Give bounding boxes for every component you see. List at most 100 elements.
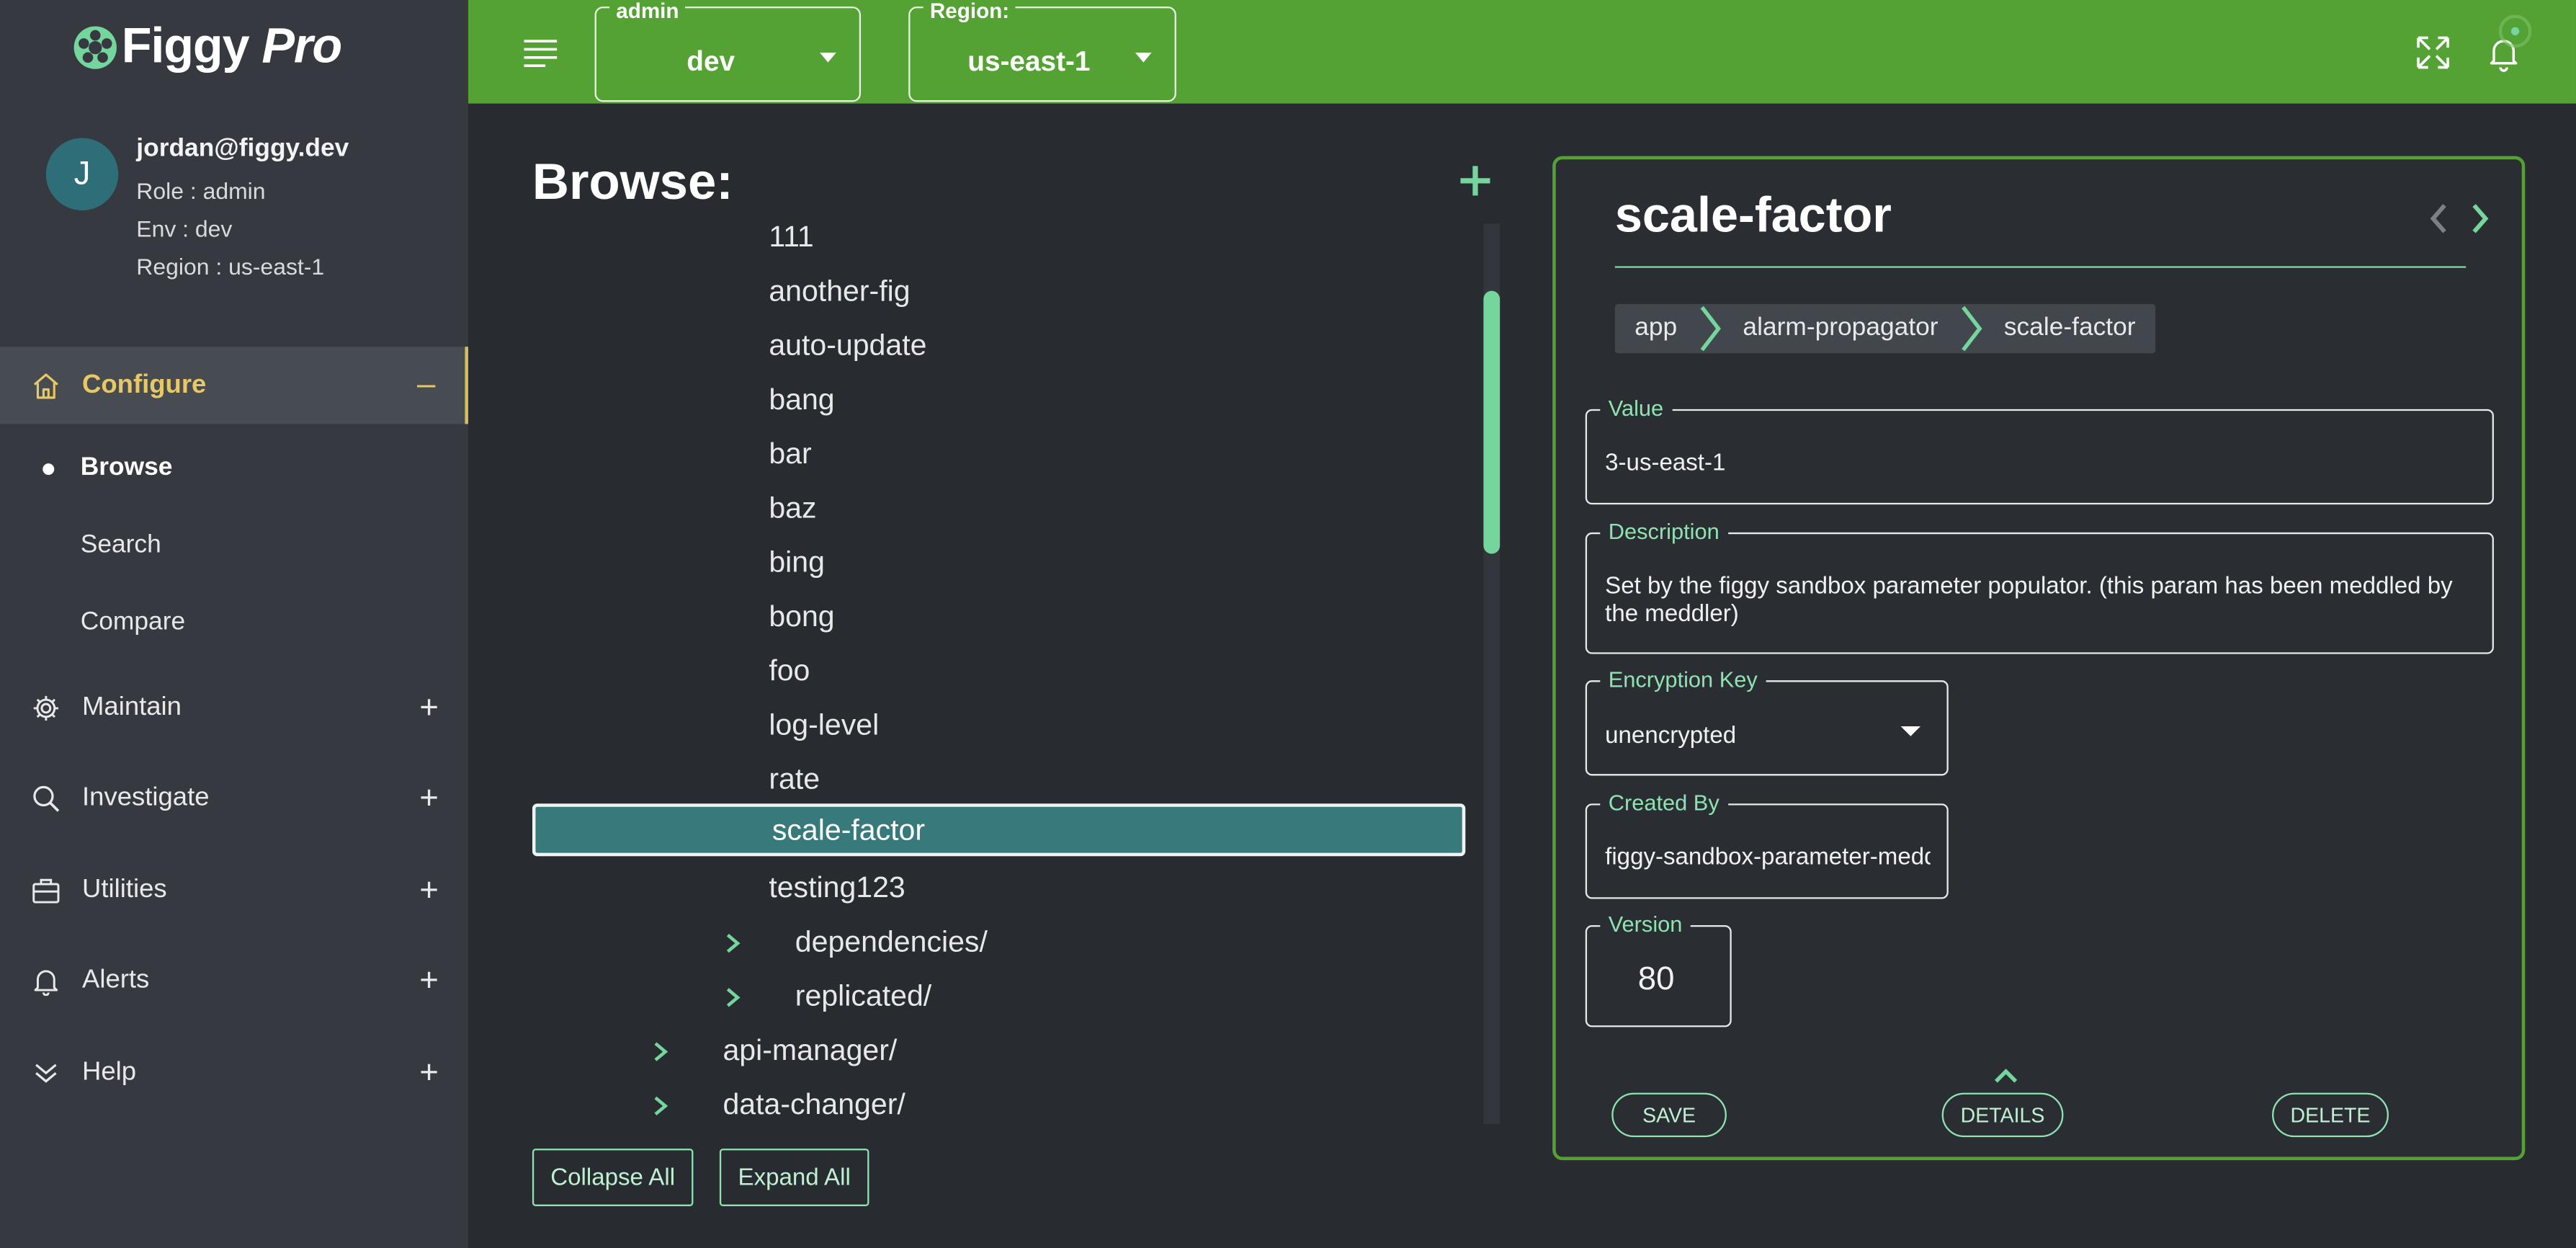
expand-icon[interactable]: + [419,1054,439,1092]
expand-icon[interactable]: + [419,780,439,817]
chevron-right-icon[interactable] [723,985,742,1008]
expand-icon[interactable]: + [419,962,439,999]
breadcrumb-item[interactable]: alarm-propagator [1723,314,1958,344]
version-field[interactable]: Version 80 [1585,912,1732,1028]
created-by-field[interactable]: Created By figgy-sandbox-parameter-meddl… [1585,790,1949,899]
delete-button[interactable]: DELETE [2272,1092,2389,1138]
tree-folder[interactable]: data-changer/ [532,1078,1469,1131]
tree-folder[interactable]: api-manager/ [532,1024,1469,1078]
nav-help[interactable]: Help + [0,1040,468,1106]
tree-item[interactable]: bong [532,590,1469,644]
next-arrow-icon[interactable] [2469,200,2492,236]
created-by-label: Created By [1600,790,1728,816]
tree-item[interactable]: bing [532,535,1469,589]
fullscreen-icon[interactable] [2413,33,2453,73]
nav-alerts[interactable]: Alerts + [0,948,468,1014]
chevron-right-icon[interactable] [723,931,742,954]
tree-item[interactable]: auto-update [532,318,1469,373]
tree-item-selected[interactable]: scale-factor [532,803,1466,857]
breadcrumb-item[interactable]: app [1615,314,1697,344]
tree-item-label: 111 [769,220,814,254]
nav-sub-compare[interactable]: Compare [0,593,468,652]
tree-item[interactable]: testing123 [532,861,1469,915]
chevron-right-icon[interactable] [650,1094,670,1117]
tree-item-label: dependencies/ [795,924,988,958]
chevron-down-icon [1900,726,1921,736]
nav-maintain-label: Maintain [82,693,182,722]
created-by-value: figgy-sandbox-parameter-meddler [1605,844,1931,871]
description-field[interactable]: Description Set by the figgy sandbox par… [1585,519,2494,654]
app-logo[interactable]: Figgy Pro [72,19,342,76]
role-select-legend: admin [609,0,686,23]
user-env: Env : dev [136,215,233,242]
scrollbar-thumb[interactable] [1483,290,1501,554]
tree-item[interactable]: rate [532,753,1469,807]
chevron-down-icon [820,52,836,63]
encryption-key-select[interactable]: Encryption Key unencrypted [1585,667,1949,776]
expand-icon[interactable]: + [419,690,439,727]
browse-title: Browse: [532,153,733,210]
figgy-logo-icon [73,26,117,69]
nav-utilities[interactable]: Utilities + [0,857,468,923]
breadcrumb-item[interactable]: scale-factor [1984,314,2155,344]
tree-item-label: auto-update [769,329,927,362]
tree-item[interactable]: another-fig [532,264,1469,318]
top-bar: admin dev Region: us-east-1 [468,0,2576,104]
collapse-all-button[interactable]: Collapse All [532,1149,694,1206]
add-icon[interactable] [1456,161,1495,200]
tree-item-label: foo [769,654,810,687]
save-button[interactable]: SAVE [1611,1092,1727,1138]
role-select-value: dev [687,45,735,78]
tree-item[interactable]: bar [532,427,1469,481]
bell-icon [30,965,63,998]
value-field-text: 3-us-east-1 [1605,450,1726,477]
expand-icon[interactable]: + [419,872,439,909]
tree-item[interactable]: 111 [532,210,1469,264]
details-button[interactable]: DETAILS [1941,1092,2064,1138]
chevron-up-icon[interactable] [1993,1068,2018,1084]
double-chevron-down-icon [30,1056,63,1089]
region-select-value: us-east-1 [967,45,1091,78]
nav-configure[interactable]: Configure – [0,347,468,424]
tree-item-label: bing [769,545,825,579]
tree-item-label: replicated/ [795,979,932,1012]
user-region: Region : us-east-1 [136,253,325,280]
menu-icon[interactable] [522,36,558,69]
role-select[interactable]: admin dev [594,0,862,102]
tree-item-label: api-manager/ [723,1033,898,1067]
tree-folder[interactable]: dependencies/ [532,915,1469,969]
app-name: Figgy Pro [121,19,342,74]
nav-maintain[interactable]: Maintain + [0,675,468,741]
chevron-right-icon[interactable] [650,1039,670,1062]
tree-item[interactable]: baz [532,481,1469,535]
nav-sub-search[interactable]: Search [0,516,468,575]
sidebar: Figgy Pro J jordan@figgy.dev Role : admi… [0,0,468,1248]
collapse-icon[interactable]: – [417,367,435,404]
tree-item-label: log-level [769,708,880,741]
value-field[interactable]: Value 3-us-east-1 [1585,396,2494,505]
breadcrumb-separator-icon [1961,306,1982,352]
nav-sub-search-label: Search [80,530,161,559]
user-email: jordan@figgy.dev [136,135,349,163]
tree-item[interactable]: bang [532,373,1469,427]
description-field-text: Set by the figgy sandbox parameter popul… [1605,573,2453,628]
nav-investigate[interactable]: Investigate + [0,766,468,832]
previous-arrow-icon[interactable] [2426,200,2449,236]
encryption-key-label: Encryption Key [1600,667,1766,692]
loading-spinner-icon [2498,14,2532,48]
region-select[interactable]: Region: us-east-1 [908,0,1176,102]
search-icon [30,783,63,816]
tree-item[interactable]: log-level [532,698,1469,752]
tree-item-label: scale-factor [772,812,926,846]
tree-folder[interactable]: replicated/ [532,970,1469,1024]
tree-item-label: bar [769,437,812,471]
parameter-tree: 111 another-fig auto-update bang bar baz… [532,210,1469,1131]
tree-item[interactable]: foo [532,644,1469,698]
active-bullet-icon [43,462,55,474]
breadcrumb-separator-icon [1700,306,1721,352]
tree-item-label: data-changer/ [723,1087,905,1121]
expand-all-button[interactable]: Expand All [719,1149,869,1206]
encryption-key-value: unencrypted [1605,723,1737,749]
nav-sub-browse[interactable]: Browse [0,439,468,498]
version-label: Version [1600,912,1691,937]
